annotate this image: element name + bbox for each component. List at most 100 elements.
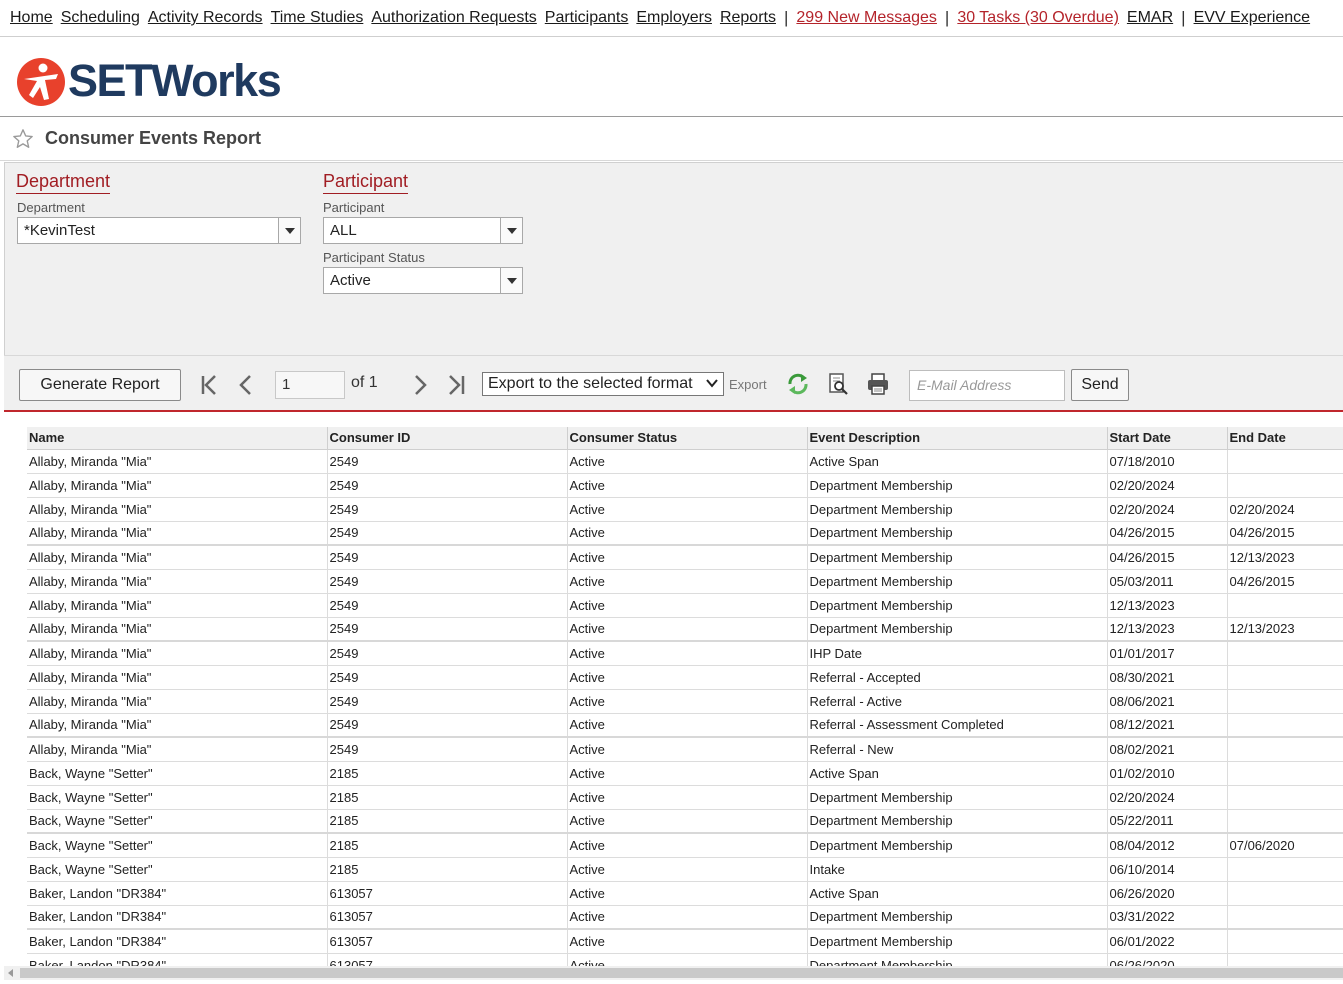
chevron-down-icon[interactable] (278, 218, 300, 243)
cell-start-date: 06/01/2022 (1107, 929, 1228, 954)
cell-event-description: Active Span (807, 761, 1108, 786)
cell-start-date: 06/10/2014 (1107, 857, 1228, 882)
column-header-start-date[interactable]: Start Date (1107, 427, 1228, 450)
cell-end-date (1227, 449, 1343, 474)
print-preview-icon[interactable] (826, 372, 850, 396)
cell-name: Back, Wayne "Setter" (27, 857, 328, 882)
horizontal-scrollbar[interactable] (4, 966, 1343, 980)
cell-start-date: 08/30/2021 (1107, 665, 1228, 690)
nav-time-studies[interactable]: Time Studies (271, 9, 364, 27)
nav-employers[interactable]: Employers (636, 9, 712, 27)
participant-group-title: Participant (323, 171, 409, 194)
table-row: Allaby, Miranda "Mia" 2549 Active Referral … (27, 689, 1343, 714)
cell-end-date: 02/20/2024 (1227, 497, 1343, 522)
cell-event-description: Department Membership (807, 593, 1108, 618)
chevron-down-icon[interactable] (500, 218, 522, 243)
nav-reports[interactable]: Reports (720, 9, 776, 27)
cell-consumer-id: 2185 (327, 785, 568, 810)
table-header-row: Name Consumer ID Consumer Status Event D… (27, 427, 1343, 450)
table-row: Back, Wayne "Setter" 2185 Active Department… (27, 785, 1343, 810)
table-row: Allaby, Miranda "Mia" 2549 Active Referral … (27, 665, 1343, 690)
cell-consumer-status: Active (567, 473, 808, 498)
nav-home[interactable]: Home (10, 9, 53, 27)
participant-status-select[interactable]: Active (323, 267, 523, 294)
refresh-icon[interactable] (786, 372, 810, 396)
nav-emar[interactable]: EMAR (1127, 9, 1173, 27)
participant-select[interactable]: ALL (323, 217, 523, 244)
cell-consumer-status: Active (567, 929, 808, 954)
cell-consumer-id: 2549 (327, 545, 568, 570)
cell-end-date: 12/13/2023 (1227, 617, 1343, 642)
nav-tasks[interactable]: 30 Tasks (30 Overdue) (957, 9, 1119, 27)
cell-end-date (1227, 641, 1343, 666)
nav-evv-experience[interactable]: EVV Experience (1194, 9, 1311, 27)
cell-consumer-id: 2549 (327, 737, 568, 762)
cell-name: Back, Wayne "Setter" (27, 785, 328, 810)
cell-consumer-id: 2185 (327, 809, 568, 834)
column-header-consumer-status[interactable]: Consumer Status (567, 427, 808, 450)
cell-name: Baker, Landon "DR384" (27, 905, 328, 930)
cell-end-date (1227, 593, 1343, 618)
column-header-end-date[interactable]: End Date (1227, 427, 1343, 450)
scroll-left-icon[interactable] (8, 969, 13, 977)
title-bar: Consumer Events Report (0, 117, 1343, 161)
export-format-select[interactable]: Export to the selected format (482, 372, 724, 396)
cell-consumer-status: Active (567, 593, 808, 618)
generate-report-button[interactable]: Generate Report (19, 369, 181, 401)
last-page-icon[interactable] (443, 372, 469, 398)
email-address-input[interactable]: E-Mail Address (909, 370, 1065, 401)
cell-consumer-id: 2185 (327, 761, 568, 786)
cell-start-date: 05/22/2011 (1107, 809, 1228, 834)
cell-event-description: Department Membership (807, 545, 1108, 570)
top-nav: Home Scheduling Activity Records Time St… (0, 0, 1343, 37)
cell-start-date: 02/20/2024 (1107, 473, 1228, 498)
cell-name: Allaby, Miranda "Mia" (27, 641, 328, 666)
cell-end-date (1227, 953, 1343, 966)
nav-participants[interactable]: Participants (545, 9, 629, 27)
print-icon[interactable] (866, 372, 890, 396)
cell-end-date (1227, 905, 1343, 930)
cell-consumer-id: 2549 (327, 593, 568, 618)
department-select[interactable]: *KevinTest (17, 217, 301, 244)
send-button[interactable]: Send (1071, 369, 1129, 401)
page-number-input[interactable]: 1 (275, 371, 345, 399)
cell-end-date: 12/13/2023 (1227, 545, 1343, 570)
nav-messages[interactable]: 299 New Messages (796, 9, 937, 27)
scrollbar-thumb[interactable] (20, 968, 1343, 978)
chevron-down-icon[interactable] (500, 268, 522, 293)
cell-end-date (1227, 473, 1343, 498)
table-row: Baker, Landon "DR384" 613057 Active Departm… (27, 953, 1343, 966)
chevron-down-icon (706, 379, 718, 388)
column-header-name[interactable]: Name (27, 427, 328, 450)
nav-authorization-requests[interactable]: Authorization Requests (371, 9, 536, 27)
table-row: Back, Wayne "Setter" 2185 Active Department… (27, 809, 1343, 834)
favorite-star-icon[interactable] (12, 128, 34, 150)
cell-consumer-status: Active (567, 905, 808, 930)
nav-scheduling[interactable]: Scheduling (61, 9, 140, 27)
cell-start-date: 02/20/2024 (1107, 785, 1228, 810)
column-header-event-description[interactable]: Event Description (807, 427, 1108, 450)
table-row: Allaby, Miranda "Mia" 2549 Active Departmen… (27, 617, 1343, 642)
column-header-consumer-id[interactable]: Consumer ID (327, 427, 568, 450)
cell-end-date (1227, 881, 1343, 906)
cell-event-description: Referral - Active (807, 689, 1108, 714)
table-row: Allaby, Miranda "Mia" 2549 Active Departmen… (27, 473, 1343, 498)
first-page-icon[interactable] (197, 372, 223, 398)
cell-consumer-id: 613057 (327, 929, 568, 954)
previous-page-icon[interactable] (233, 372, 259, 398)
cell-consumer-status: Active (567, 617, 808, 642)
cell-consumer-id: 613057 (327, 905, 568, 930)
cell-name: Baker, Landon "DR384" (27, 929, 328, 954)
cell-consumer-status: Active (567, 521, 808, 546)
next-page-icon[interactable] (407, 372, 433, 398)
export-link[interactable]: Export (729, 377, 767, 392)
cell-event-description: Department Membership (807, 809, 1108, 834)
cell-event-description: Department Membership (807, 521, 1108, 546)
table-row: Allaby, Miranda "Mia" 2549 Active Active Sp… (27, 449, 1343, 474)
nav-activity-records[interactable]: Activity Records (148, 9, 263, 27)
cell-start-date: 08/06/2021 (1107, 689, 1228, 714)
cell-event-description: Department Membership (807, 953, 1108, 966)
department-value: *KevinTest (24, 222, 95, 239)
cell-name: Allaby, Miranda "Mia" (27, 497, 328, 522)
cell-name: Allaby, Miranda "Mia" (27, 737, 328, 762)
